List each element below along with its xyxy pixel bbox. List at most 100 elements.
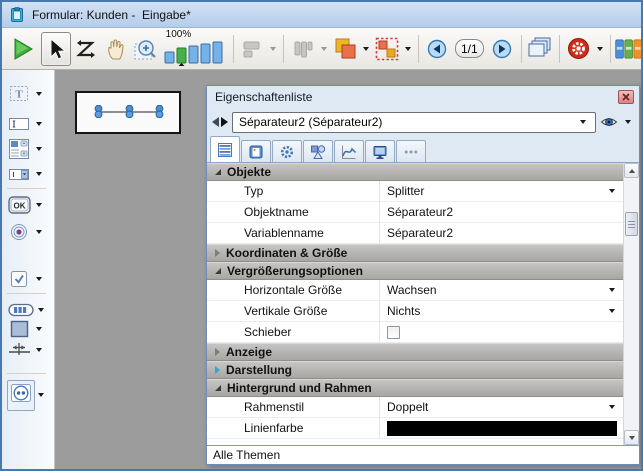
gear-icon	[279, 144, 295, 160]
pan-tool-button[interactable]	[101, 32, 131, 66]
arrange-button[interactable]	[330, 32, 360, 66]
run-button[interactable]	[7, 32, 37, 66]
section-objekte[interactable]: Objekte	[207, 163, 623, 181]
app-window: Formular: Kunden - Eingabe*	[0, 0, 643, 471]
separator-tool-icon	[9, 382, 33, 404]
next-object-icon[interactable]	[221, 117, 228, 127]
tab-curve[interactable]	[334, 140, 364, 162]
dropdown-icon[interactable]	[609, 189, 615, 193]
tab-settings[interactable]	[272, 140, 302, 162]
panel-scrollbar[interactable]	[623, 163, 639, 445]
selection-frame-button[interactable]	[372, 32, 402, 66]
help-books-button[interactable]	[614, 32, 643, 66]
section-koordinaten[interactable]: Koordinaten & Größe	[207, 244, 623, 262]
arrange-dropdown[interactable]	[363, 47, 369, 51]
panel-close-button[interactable]	[618, 90, 634, 104]
selection-handle[interactable]	[125, 105, 134, 118]
separator-tool-dropdown[interactable]	[38, 393, 44, 397]
properties-panel-titlebar[interactable]: Eigenschaftenliste	[207, 86, 639, 108]
scroll-down-button[interactable]	[624, 430, 639, 445]
zoom-level-label: 100%	[166, 30, 192, 40]
radiobutton-tool-dropdown[interactable]	[36, 230, 42, 234]
main-toolbar: 100%	[2, 28, 641, 70]
listbox-tool[interactable]	[2, 136, 55, 162]
svg-text:OK: OK	[14, 202, 26, 211]
property-row-objektname[interactable]: Objektname Séparateur2	[207, 202, 623, 223]
separator-tool[interactable]	[2, 382, 55, 408]
section-vergroesserungsoptionen[interactable]: Vergrößerungsoptionen	[207, 262, 623, 280]
property-row-vertikale-groesse[interactable]: Vertikale Größe Nichts	[207, 301, 623, 322]
prev-page-button[interactable]	[422, 32, 452, 66]
section-darstellung[interactable]: Darstellung	[207, 361, 623, 379]
run-icon	[9, 36, 35, 62]
scroll-up-button[interactable]	[624, 163, 639, 178]
property-row-typ[interactable]: Typ Splitter	[207, 181, 623, 202]
zoom-level-bars	[164, 40, 226, 67]
form-preview-box[interactable]	[75, 91, 181, 134]
property-row-linienfarbe[interactable]: Linienfarbe	[207, 418, 623, 439]
button-tool-icon: OK	[7, 194, 33, 216]
textbox-tool[interactable]	[2, 111, 55, 137]
zoom-level-widget[interactable]: 100%	[164, 30, 226, 67]
visibility-eye-icon[interactable]	[600, 115, 618, 129]
page-indicator[interactable]: 1/1	[455, 39, 484, 58]
combobox-tool[interactable]	[2, 161, 55, 187]
close-icon	[622, 93, 630, 101]
dropdown-icon[interactable]	[609, 309, 615, 313]
radiobutton-tool[interactable]	[2, 219, 55, 245]
checkbox-tool-dropdown[interactable]	[36, 277, 42, 281]
property-row-rahmenstil[interactable]: Rahmenstil Doppelt	[207, 397, 623, 418]
tab-properties[interactable]	[210, 136, 240, 162]
next-page-button[interactable]	[487, 32, 517, 66]
tab-display[interactable]	[365, 140, 395, 162]
label-tool[interactable]: T	[2, 81, 55, 107]
object-selector-combobox[interactable]: Séparateur2 (Séparateur2)	[232, 112, 596, 133]
tab-more[interactable]	[396, 140, 426, 162]
dropdown-icon[interactable]	[609, 288, 615, 292]
zoom-icon	[133, 36, 159, 62]
tab-order-button[interactable]	[71, 32, 101, 66]
align-vertical-dropdown	[321, 47, 327, 51]
button-tool-dropdown[interactable]	[36, 203, 42, 207]
property-row-schieber[interactable]: Schieber	[207, 322, 623, 343]
button-tool[interactable]: OK	[2, 192, 55, 218]
section-anzeige[interactable]: Anzeige	[207, 343, 623, 361]
toolbar-tool-dropdown[interactable]	[38, 308, 44, 312]
splitter-tool-dropdown[interactable]	[36, 348, 42, 352]
visibility-dropdown[interactable]	[625, 120, 631, 124]
views-button[interactable]	[525, 32, 555, 66]
property-label: Linienfarbe	[207, 421, 379, 435]
selection-handle[interactable]	[155, 105, 164, 118]
section-hintergrund-und-rahmen[interactable]: Hintergrund und Rahmen	[207, 379, 623, 397]
line-color-swatch[interactable]	[387, 421, 617, 436]
property-row-horizontale-groesse[interactable]: Horizontale Größe Wachsen	[207, 280, 623, 301]
selection-handle[interactable]	[94, 105, 103, 118]
tab-shapes[interactable]	[303, 140, 333, 162]
property-row-variablenname[interactable]: Variablenname Séparateur2	[207, 223, 623, 244]
scroll-down-icon	[629, 436, 635, 440]
checkbox-tool[interactable]	[2, 266, 55, 292]
panel-tool-dropdown[interactable]	[36, 327, 42, 331]
panel-status-bar: Alle Themen	[207, 445, 639, 464]
splitter-tool[interactable]	[2, 337, 55, 363]
label-tool-dropdown[interactable]	[36, 92, 42, 96]
combobox-tool-dropdown[interactable]	[36, 172, 42, 176]
listbox-tool-dropdown[interactable]	[36, 147, 42, 151]
select-tool-button[interactable]	[41, 32, 71, 66]
zoom-tool-button[interactable]	[131, 32, 161, 66]
options-button[interactable]	[564, 32, 594, 66]
section-label: Anzeige	[226, 345, 272, 359]
selection-frame-dropdown[interactable]	[405, 47, 411, 51]
property-label: Horizontale Größe	[207, 283, 379, 297]
prev-object-icon[interactable]	[212, 117, 219, 127]
select-cursor-icon	[45, 37, 67, 61]
scrollbar-thumb[interactable]	[625, 212, 638, 236]
tab-book[interactable]	[241, 140, 271, 162]
textbox-tool-dropdown[interactable]	[36, 122, 42, 126]
property-value: Séparateur2	[387, 226, 453, 240]
schieber-checkbox[interactable]	[387, 326, 400, 339]
property-label: Rahmenstil	[207, 400, 379, 414]
object-selector-row: Séparateur2 (Séparateur2)	[207, 108, 639, 136]
options-dropdown[interactable]	[597, 47, 603, 51]
dropdown-icon[interactable]	[609, 405, 615, 409]
